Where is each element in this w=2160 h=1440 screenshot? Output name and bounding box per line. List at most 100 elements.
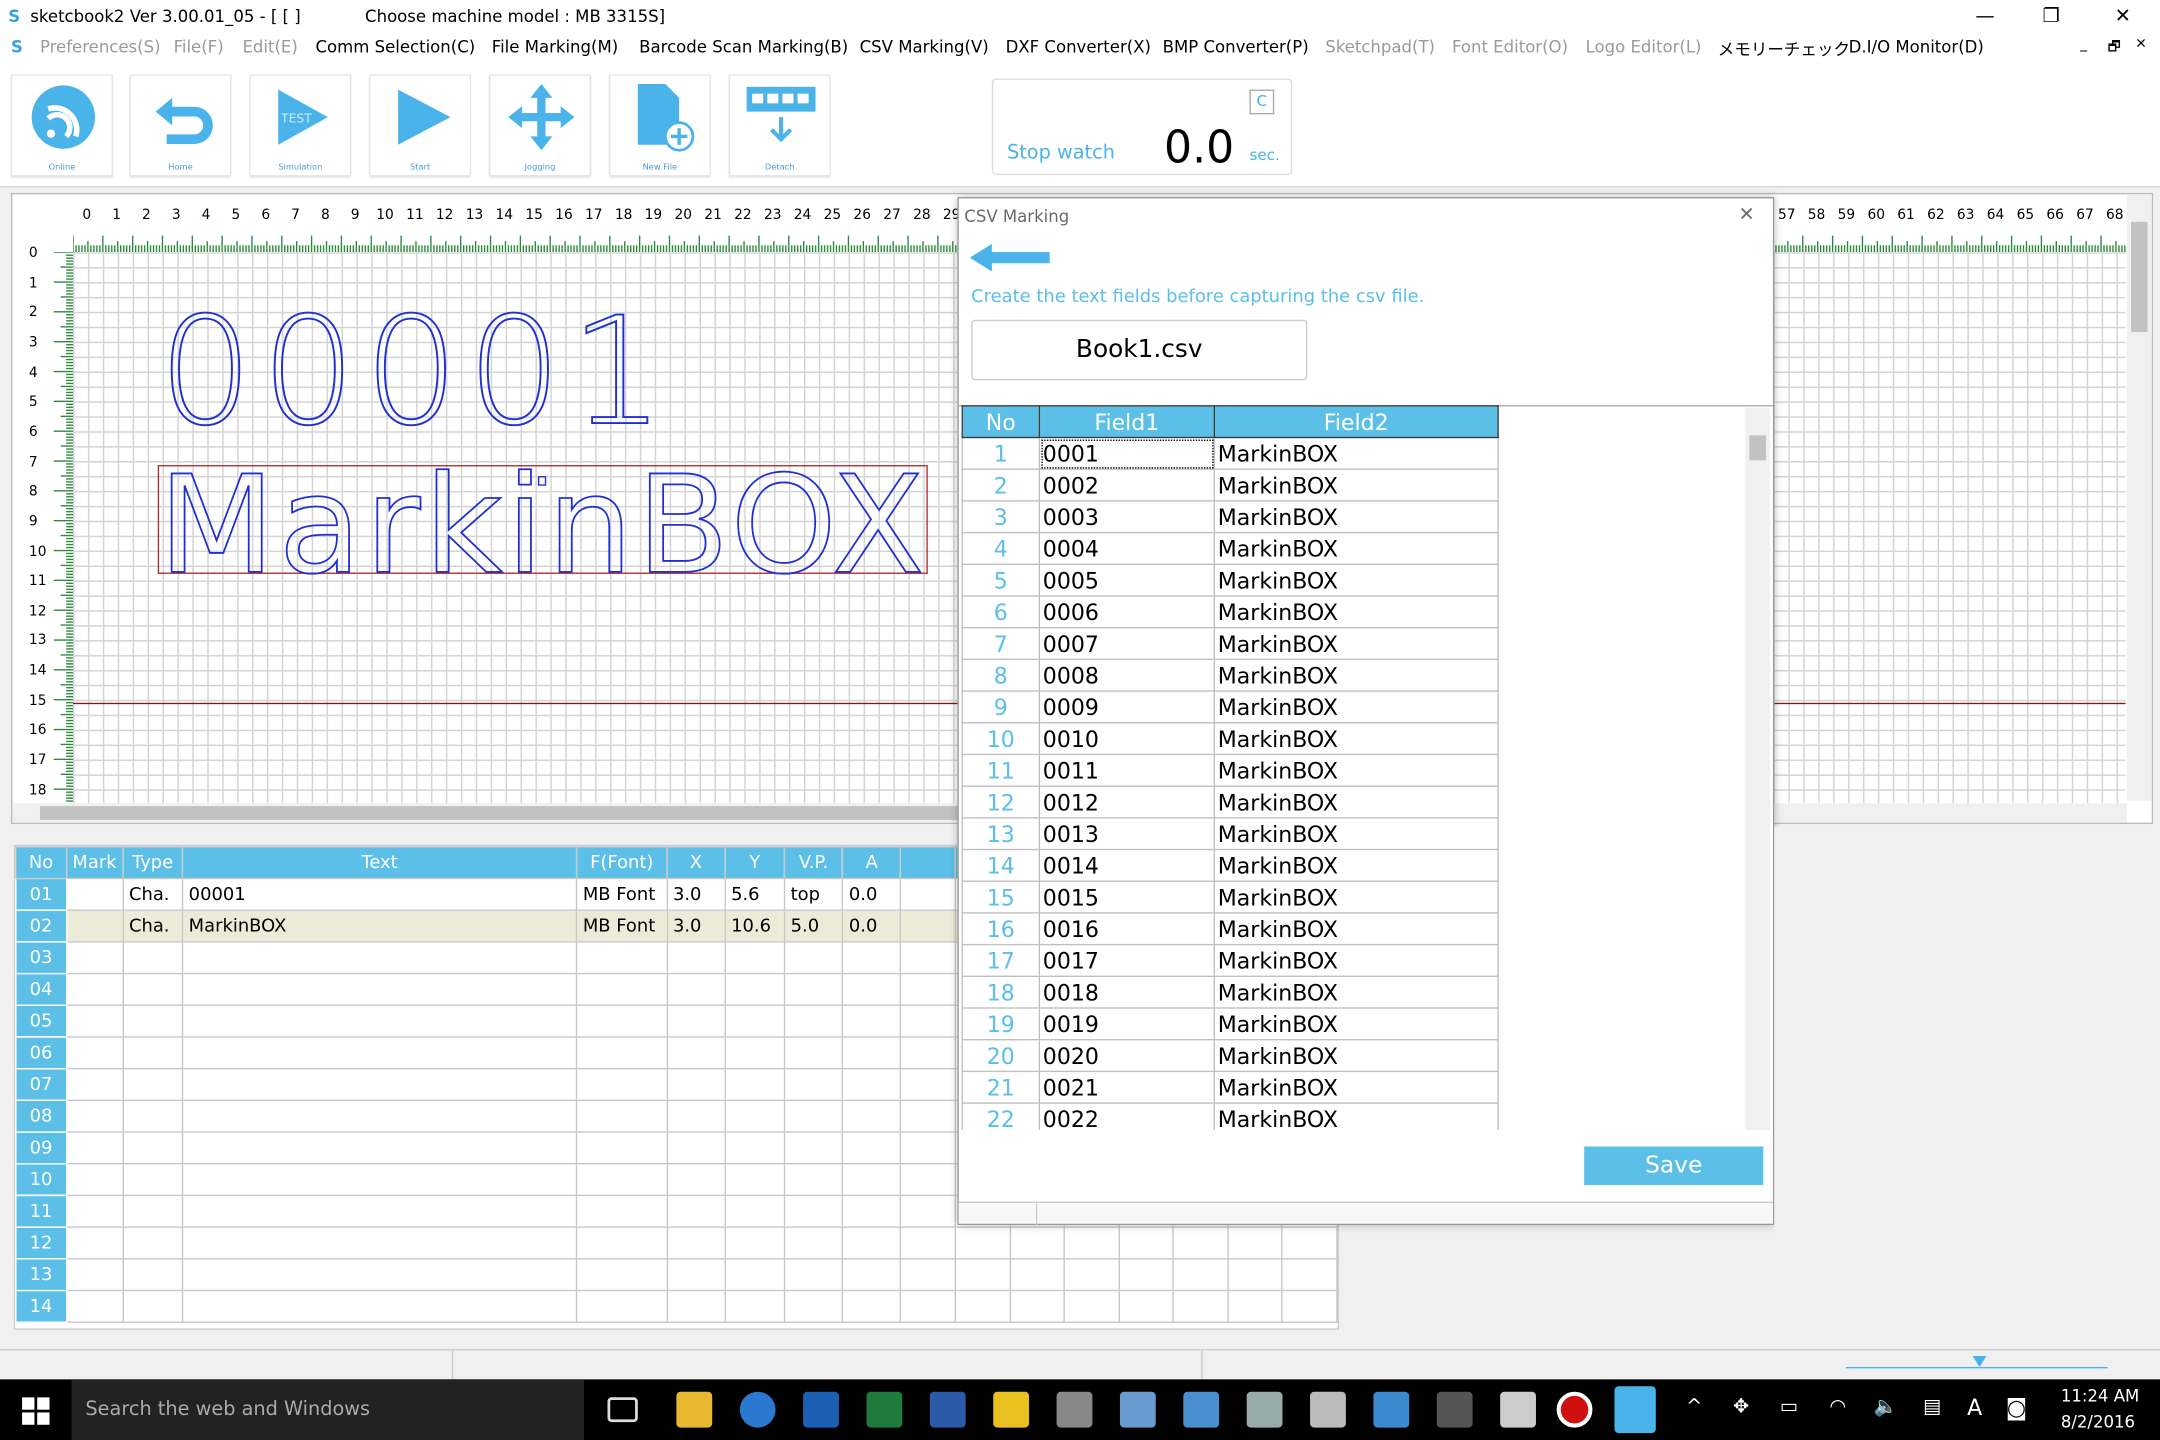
menu-sketchpad[interactable]: Sketchpad(T): [1325, 37, 1435, 56]
items-cell-text[interactable]: [181, 1194, 578, 1228]
items-cell-x[interactable]: [666, 1004, 726, 1038]
csv-field2-cell[interactable]: MarkinBOX: [1213, 595, 1499, 629]
items-cell-mark[interactable]: [65, 1226, 124, 1260]
items-cell-vp[interactable]: top: [783, 877, 844, 911]
csv-row-no[interactable]: 14: [961, 848, 1041, 882]
items-cell-extra[interactable]: [900, 1004, 956, 1038]
csv-field2-cell[interactable]: MarkinBOX: [1213, 1007, 1499, 1041]
mdi-close-button[interactable]: ✕: [2135, 37, 2147, 52]
items-cell-a[interactable]: [841, 1067, 902, 1102]
csv-header-0[interactable]: No: [961, 405, 1041, 439]
items-cell-extra[interactable]: [1063, 1258, 1120, 1292]
items-cell-vp[interactable]: [783, 1226, 844, 1260]
items-cell-type[interactable]: [122, 972, 184, 1006]
items-cell-text[interactable]: [181, 1131, 578, 1165]
csv-row[interactable]: 2 0002 MarkinBOX: [961, 468, 1499, 502]
items-cell-extra[interactable]: [1063, 1226, 1120, 1260]
items-cell-type[interactable]: Cha.: [122, 909, 184, 943]
csv-row-no[interactable]: 19: [961, 1007, 1041, 1041]
app-wing-icon[interactable]: [1183, 1391, 1220, 1428]
items-row-no[interactable]: 05: [15, 1004, 67, 1038]
items-cell-type[interactable]: [122, 1226, 184, 1260]
csv-field2-cell[interactable]: MarkinBOX: [1213, 1070, 1499, 1104]
items-header-5[interactable]: X: [666, 846, 726, 880]
items-row-no[interactable]: 11: [15, 1194, 67, 1228]
csv-field2-cell[interactable]: MarkinBOX: [1213, 690, 1499, 724]
items-cell-mark[interactable]: [65, 941, 124, 975]
items-row-no[interactable]: 14: [15, 1289, 67, 1323]
items-cell-vp[interactable]: [783, 1067, 844, 1102]
items-row-no[interactable]: 08: [15, 1099, 67, 1133]
items-cell-a[interactable]: [841, 1131, 902, 1165]
items-cell-vp[interactable]: [783, 941, 844, 975]
csv-row-no[interactable]: 3: [961, 500, 1041, 534]
items-header-8[interactable]: A: [841, 846, 902, 880]
csv-field1-cell[interactable]: 0020: [1038, 1039, 1215, 1073]
task-view-icon[interactable]: [607, 1397, 638, 1423]
items-cell-extra[interactable]: [1063, 1289, 1120, 1323]
items-cell-font[interactable]: [575, 1131, 668, 1165]
csv-file-button[interactable]: Book1.csv: [971, 319, 1308, 381]
jogging-button[interactable]: Jogging: [489, 74, 591, 177]
items-cell-y[interactable]: [724, 1289, 786, 1323]
items-cell-font[interactable]: MB Font: [575, 877, 668, 911]
items-row-no[interactable]: 13: [15, 1258, 67, 1292]
menu-edit[interactable]: Edit(E): [242, 37, 297, 56]
items-cell-a[interactable]: [841, 972, 902, 1006]
edge-browser-icon[interactable]: [739, 1391, 776, 1428]
items-cell-x[interactable]: [666, 1067, 726, 1102]
menu-dio-monitor[interactable]: D.I/O Monitor(D): [1849, 37, 1984, 56]
items-cell-x[interactable]: [666, 941, 726, 975]
items-cell-x[interactable]: [666, 1131, 726, 1165]
paint-icon[interactable]: [1119, 1391, 1156, 1428]
items-cell-x[interactable]: [666, 1163, 726, 1197]
csv-row-no[interactable]: 10: [961, 722, 1041, 756]
csv-field1-cell[interactable]: 0002: [1038, 468, 1215, 502]
csv-row-no[interactable]: 1: [961, 436, 1041, 470]
items-cell-mark[interactable]: [65, 1163, 124, 1197]
items-cell-text[interactable]: [181, 941, 578, 975]
items-cell-x[interactable]: [666, 1226, 726, 1260]
items-cell-vp[interactable]: [783, 1258, 844, 1292]
home-button[interactable]: Home: [129, 74, 232, 177]
items-cell-y[interactable]: [724, 1258, 786, 1292]
clock-date[interactable]: 8/2/2016: [2061, 1412, 2135, 1431]
sketchbook-taskbar-icon[interactable]: [1614, 1386, 1656, 1434]
marking-objects[interactable]: 00001 MarkinBOX: [73, 252, 1037, 597]
items-cell-type[interactable]: [122, 1099, 184, 1133]
items-cell-extra[interactable]: [1172, 1226, 1229, 1260]
csv-row[interactable]: 14 0014 MarkinBOX: [961, 848, 1499, 882]
items-cell-vp[interactable]: 5.0: [783, 909, 844, 943]
items-cell-font[interactable]: [575, 1163, 668, 1197]
items-cell-a[interactable]: 0.0: [841, 909, 902, 943]
items-cell-x[interactable]: 3.0: [666, 877, 726, 911]
menu-logo-editor[interactable]: Logo Editor(L): [1586, 37, 1702, 56]
csv-row[interactable]: 5 0005 MarkinBOX: [961, 563, 1499, 597]
items-cell-extra[interactable]: [900, 972, 956, 1006]
items-cell-vp[interactable]: [783, 1099, 844, 1133]
canvas-hscroll-thumb[interactable]: [39, 806, 1005, 820]
csv-field1-cell[interactable]: 0003: [1038, 500, 1215, 534]
csv-field1-cell[interactable]: 0019: [1038, 1007, 1215, 1041]
csv-field1-cell[interactable]: 0004: [1038, 531, 1215, 565]
items-cell-mark[interactable]: [65, 972, 124, 1006]
csv-field1-cell[interactable]: 0013: [1038, 817, 1215, 851]
items-header-0[interactable]: No: [15, 846, 67, 880]
csv-field2-cell[interactable]: MarkinBOX: [1213, 943, 1499, 977]
items-cell-y[interactable]: [724, 1036, 786, 1070]
items-cell-extra[interactable]: [1281, 1226, 1338, 1260]
items-cell-font[interactable]: [575, 1099, 668, 1133]
battery-icon[interactable]: ▭: [1780, 1396, 1798, 1418]
items-cell-extra[interactable]: [954, 1258, 1011, 1292]
items-row-no[interactable]: 07: [15, 1067, 67, 1102]
menu-dxf-converter[interactable]: DXF Converter(X): [1006, 37, 1151, 56]
csv-row-no[interactable]: 7: [961, 626, 1041, 661]
csv-row-no[interactable]: 21: [961, 1070, 1041, 1104]
items-cell-mark[interactable]: [65, 1131, 124, 1165]
items-cell-extra[interactable]: [900, 909, 956, 943]
items-cell-font[interactable]: [575, 1226, 668, 1260]
items-cell-type[interactable]: [122, 1067, 184, 1102]
items-cell-extra[interactable]: [1009, 1258, 1065, 1292]
windows-start-icon[interactable]: [22, 1397, 50, 1425]
items-cell-y[interactable]: 5.6: [724, 877, 786, 911]
